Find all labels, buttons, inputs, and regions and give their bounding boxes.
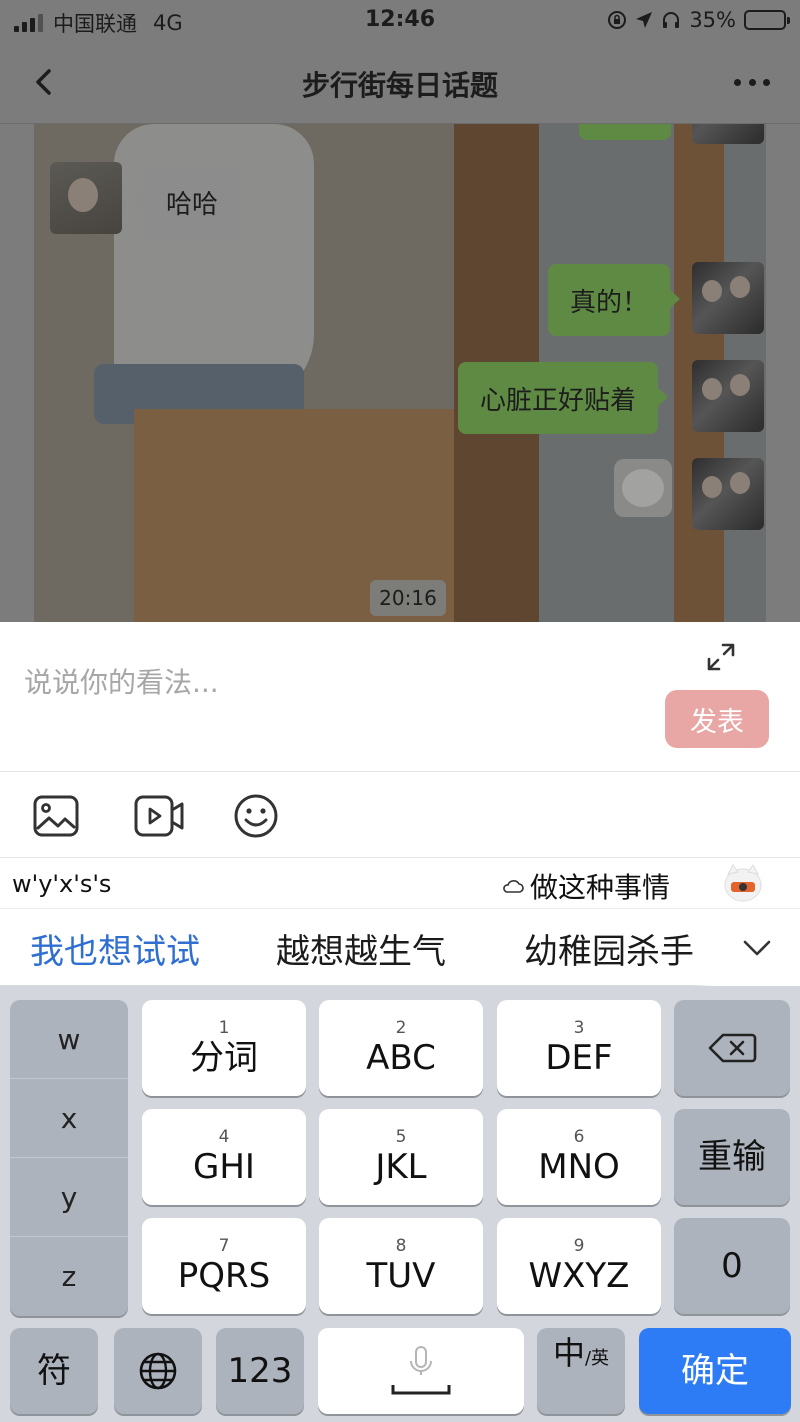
chat-avatar [692,124,764,144]
space-key[interactable] [318,1328,524,1414]
confirm-key[interactable]: 确定 [639,1328,791,1414]
language-switch-key[interactable]: 中 /英 [537,1328,625,1414]
ime-candidate-row: 我也想试试 越想越生气 幼稚园杀手 [0,908,800,987]
key-number: 2 [395,1018,407,1038]
key-label: WXYZ [528,1256,630,1296]
key-number: 1 [218,1018,230,1038]
ime-candidate-bar: w'y'x's's 做这种事情 我也想试试 越想越生气 幼稚园杀手 [0,858,800,987]
pinyin-option[interactable]: x [10,1079,128,1158]
key-8[interactable]: 8 TUV [319,1218,483,1314]
chevron-down-icon [743,940,771,956]
battery-percent: 35% [689,8,736,32]
backspace-icon [708,1033,757,1063]
key-9[interactable]: 9 WXYZ [497,1218,661,1314]
submit-button[interactable]: 发表 [665,690,769,748]
key-label: 分词 [190,1038,258,1078]
key-number: 8 [395,1236,407,1256]
comment-panel: 发表 [0,622,800,772]
pinyin-option[interactable]: y [10,1158,128,1237]
numbers-key[interactable]: 123 [216,1328,304,1414]
candidate-fade [690,909,714,987]
battery-icon [744,10,790,30]
key-0[interactable]: 0 [674,1218,790,1314]
key-number: 3 [573,1018,585,1038]
chat-bubble-right: 心脏正好贴着 [458,362,669,434]
ime-cloud-suggestion[interactable]: 做这种事情 [502,866,670,906]
backspace-key[interactable] [674,1000,790,1096]
chat-bubble-partial [579,124,671,140]
emoji-icon[interactable] [232,792,280,840]
ime-mascot-icon[interactable] [722,862,764,904]
ime-pinyin-composition: w'y'x's's [12,870,112,898]
key-number: 9 [573,1236,585,1256]
image-icon[interactable] [32,792,80,840]
key-label: 0 [721,1246,743,1286]
key-6[interactable]: 6 MNO [497,1109,661,1205]
key-label: GHI [193,1147,255,1187]
key-label: MNO [538,1147,620,1187]
headphones-icon [663,12,680,28]
ime-candidate[interactable]: 幼稚园杀手 [524,924,694,973]
key-label: JKL [375,1147,427,1187]
expand-candidates-button[interactable] [714,909,800,987]
video-icon[interactable] [133,792,185,840]
pinyin-option[interactable]: z [10,1237,128,1316]
chat-avatar [692,262,764,334]
chat-bubble-right: 真的！ [548,264,681,336]
nav-bar: 步行街每日话题 [0,40,800,124]
key-label: TUV [366,1256,436,1296]
ime-pinyin-options: w x y z [10,1000,128,1316]
chat-avatar [50,162,122,234]
key-label: 中 [552,1334,585,1372]
key-number: 5 [395,1127,407,1147]
cloud-icon [503,880,524,893]
key-3[interactable]: 3 DEF [497,1000,661,1096]
ime-candidate[interactable]: 越想越生气 [276,924,446,973]
key-5[interactable]: 5 JKL [319,1109,483,1205]
key-4[interactable]: 4 GHI [142,1109,306,1205]
key-label: DEF [545,1038,613,1078]
attachment-bar [0,772,800,858]
video-duration-badge: 20:16 [370,580,446,616]
chat-avatar [692,360,764,432]
status-bar: 中国联通 4G 12:46 35% [0,0,800,40]
key-label: PQRS [177,1256,271,1296]
key-label: 123 [227,1351,293,1391]
globe-key[interactable] [114,1328,202,1414]
comment-input[interactable] [24,660,624,704]
retype-key[interactable]: 重输 [674,1109,790,1205]
post-video-thumbnail[interactable]: 哈哈 真的！ 心脏正好贴着 20:16 [34,124,766,622]
location-icon [636,12,653,28]
ime-keyboard: w x y z 1 分词 2 ABC 3 DEF 4 GHI 5 JKL 6 M… [0,986,800,1422]
globe-icon [139,1352,177,1390]
key-sublabel: /英 [584,1348,610,1369]
expand-icon[interactable] [706,642,736,672]
dimmed-background: 中国联通 4G 12:46 35% 步行街每日话题 哈哈 真的！ 心脏正好贴着 … [0,0,800,622]
symbol-key[interactable]: 符 [10,1328,98,1414]
ime-candidate[interactable]: 我也想试试 [30,924,200,973]
key-2[interactable]: 2 ABC [319,1000,483,1096]
key-number: 6 [573,1127,585,1147]
key-label: 符 [37,1351,71,1391]
chat-bubble-left: 哈哈 [133,166,241,238]
key-label: 确定 [681,1351,749,1391]
rotation-lock-icon [608,11,627,29]
key-number: 7 [218,1236,230,1256]
key-7[interactable]: 7 PQRS [142,1218,306,1314]
pinyin-option[interactable]: w [10,1000,128,1079]
status-right: 35% [607,8,790,32]
key-label: ABC [366,1038,436,1078]
chat-sticker [614,459,672,517]
page-title: 步行街每日话题 [301,69,498,102]
key-label: 重输 [698,1137,766,1177]
key-1[interactable]: 1 分词 [142,1000,306,1096]
chat-avatar [692,458,764,530]
more-dots-icon[interactable] [734,68,770,96]
key-number: 4 [218,1127,230,1147]
cloud-suggestion-text: 做这种事情 [530,871,671,904]
microphone-icon [391,1346,451,1395]
